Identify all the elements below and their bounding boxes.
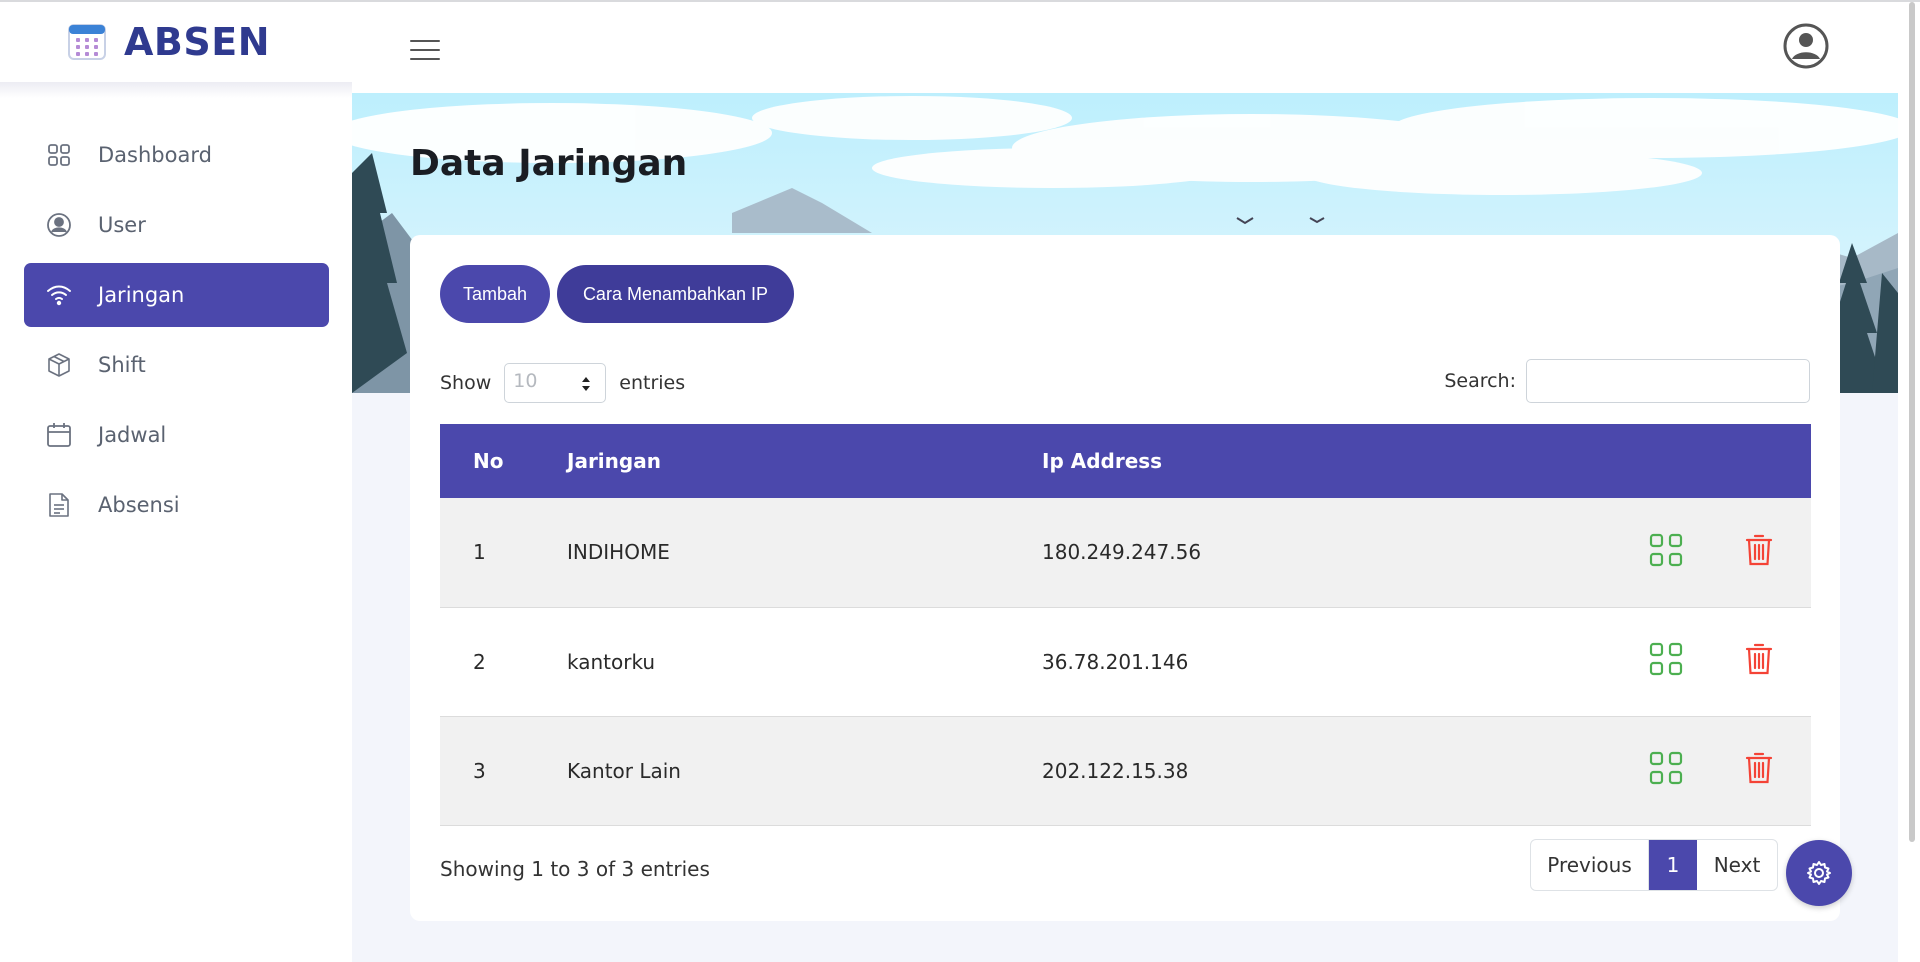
table-header-row: No Jaringan Ip Address [440,424,1811,498]
sidebar-item-label: Jadwal [98,423,167,447]
pagination: Previous 1 Next [1530,839,1778,891]
cell-actions [1423,607,1811,716]
sidebar-item-dashboard[interactable]: Dashboard [24,123,329,187]
grid-icon [46,142,72,168]
menu-toggle-icon[interactable] [410,40,440,62]
search-input[interactable] [1526,359,1810,403]
edit-grid-icon[interactable] [1649,751,1683,785]
network-table: No Jaringan Ip Address 1 INDIHOME 180.24… [440,424,1811,826]
sidebar: Dashboard User Jaringan Shift Jadwal Abs… [0,93,352,962]
delete-trash-icon[interactable] [1745,533,1773,567]
current-page-button[interactable]: 1 [1649,840,1697,890]
gear-icon [1807,861,1831,885]
page-scrollbar[interactable] [1905,2,1920,962]
page-size-value: 10 [513,370,538,392]
app-name: ABSEN [124,20,271,64]
cell-actions [1423,498,1811,607]
calendar-logo-icon [68,24,106,60]
sidebar-item-label: Shift [98,353,146,377]
delete-trash-icon[interactable] [1745,642,1773,676]
cell-jaringan: Kantor Lain [567,758,681,783]
column-header-jaringan[interactable]: Jaringan [567,424,1042,498]
sidebar-item-shift[interactable]: Shift [24,333,329,397]
edit-grid-icon[interactable] [1649,533,1683,567]
sidebar-item-user[interactable]: User [24,193,329,257]
main-content: Data Jaringan Tambah Cara Menambahkan IP… [352,93,1898,962]
document-icon [46,492,72,518]
sidebar-item-label: Absensi [98,493,180,517]
sidebar-item-jaringan[interactable]: Jaringan [24,263,329,327]
column-header-ip[interactable]: Ip Address [1042,424,1423,498]
top-header: ABSEN [0,2,1905,93]
show-label: Show [440,372,492,394]
calendar-icon [46,422,72,448]
entries-label: entries [619,372,686,394]
howto-add-ip-button[interactable]: Cara Menambahkan IP [557,265,794,323]
data-card: Tambah Cara Menambahkan IP Show 10 entri… [410,235,1840,921]
delete-trash-icon[interactable] [1745,751,1773,785]
table-row: 3 Kantor Lain 202.122.15.38 [440,716,1811,825]
cell-jaringan: kantorku [567,649,656,674]
sidebar-item-jadwal[interactable]: Jadwal [24,403,329,467]
table-row: 1 INDIHOME 180.249.247.56 [440,498,1811,607]
column-header-no[interactable]: No [440,424,567,498]
cell-ip: 36.78.201.146 [1042,649,1189,674]
cell-no: 1 [473,540,486,565]
sidebar-item-absensi[interactable]: Absensi [24,473,329,537]
wifi-icon [46,282,72,308]
cell-actions [1423,716,1811,825]
search-label: Search: [1444,370,1516,392]
box-icon [46,352,72,378]
sidebar-nav: Dashboard User Jaringan Shift Jadwal Abs… [24,123,329,543]
next-page-button[interactable]: Next [1697,840,1777,890]
add-button[interactable]: Tambah [440,265,550,323]
table-row: 2 kantorku 36.78.201.146 [440,607,1811,716]
user-avatar-icon[interactable] [1782,22,1830,70]
previous-page-button[interactable]: Previous [1531,840,1649,890]
cell-no: 2 [473,649,486,674]
brand[interactable]: ABSEN [68,20,270,64]
search-control: Search: [1444,359,1810,403]
cell-jaringan: INDIHOME [567,540,670,565]
cell-ip: 202.122.15.38 [1042,758,1189,783]
settings-fab-button[interactable] [1786,840,1852,906]
page-title: Data Jaringan [410,143,688,184]
scrollbar-thumb[interactable] [1909,2,1915,842]
table-info: Showing 1 to 3 of 3 entries [440,857,710,881]
page-size-control: Show 10 entries [440,363,685,403]
sidebar-item-label: Jaringan [98,283,185,307]
sort-arrows-icon [582,377,591,391]
sidebar-item-label: Dashboard [98,143,212,167]
cell-no: 3 [473,758,486,783]
page-size-select[interactable]: 10 [504,363,607,403]
cell-ip: 180.249.247.56 [1042,540,1202,565]
edit-grid-icon[interactable] [1649,642,1683,676]
sidebar-shadow [0,82,352,98]
user-circle-icon [46,212,72,238]
column-header-actions [1423,424,1811,498]
sidebar-item-label: User [98,213,146,237]
